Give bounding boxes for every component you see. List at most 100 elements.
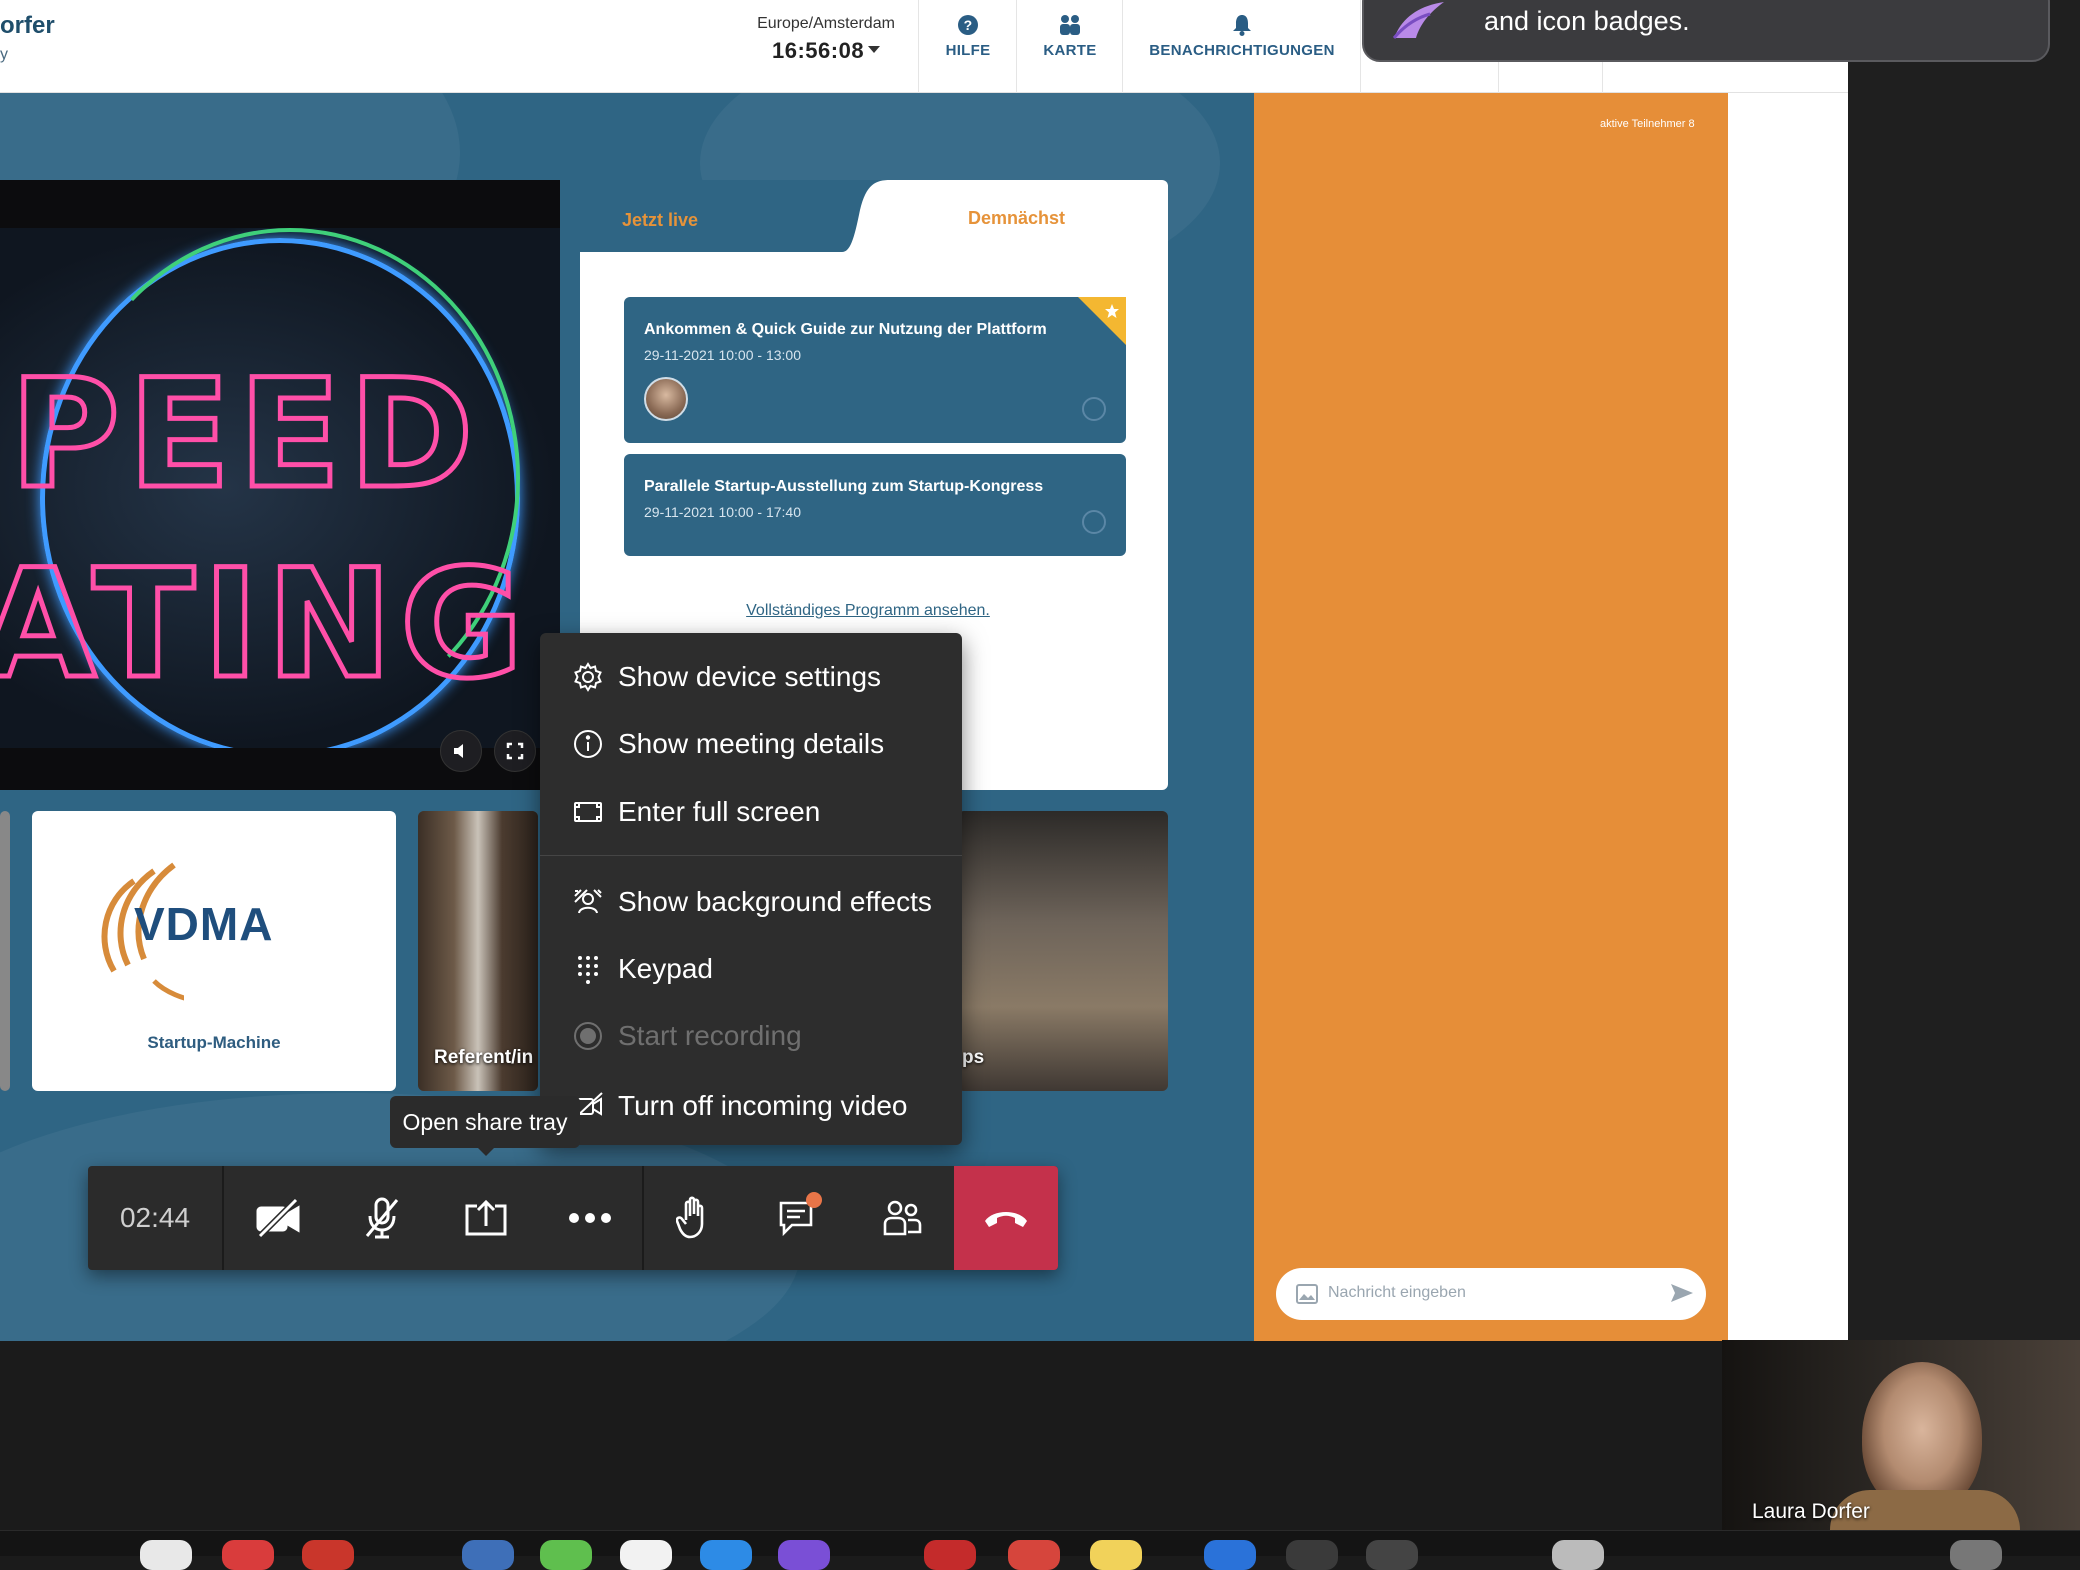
full-program-link[interactable]: Vollständiges Programm ansehen. (700, 602, 1036, 620)
leave-call-button[interactable] (954, 1166, 1058, 1270)
dock-app-icon[interactable] (1950, 1540, 2002, 1570)
menu-item-full-screen[interactable]: Enter full screen (540, 779, 962, 845)
image-icon[interactable] (1296, 1284, 1318, 1304)
tab-live[interactable]: Jetzt live (622, 210, 698, 231)
page-margin (1728, 93, 1848, 1341)
volume-button[interactable] (440, 730, 482, 772)
dock-app-icon[interactable] (1008, 1540, 1060, 1570)
toast-text: and icon badges. (1484, 6, 1690, 36)
hang-up-icon (985, 1212, 1027, 1227)
dock-app-icon[interactable] (1204, 1540, 1256, 1570)
tile-partial[interactable] (0, 811, 10, 1091)
participants-button[interactable] (850, 1166, 954, 1270)
unread-badge (806, 1192, 822, 1208)
keypad-icon (578, 956, 598, 984)
screen-background (1848, 0, 2080, 1341)
menu-item-incoming-video[interactable]: Turn off incoming video (540, 1073, 962, 1139)
menu-item-label: Start recording (618, 1020, 802, 1051)
dock-app-icon[interactable] (462, 1540, 514, 1570)
menu-item-label: Turn off incoming video (618, 1090, 908, 1121)
dock-app-icon[interactable] (924, 1540, 976, 1570)
menu-item-label: Show background effects (618, 886, 932, 917)
more-actions-button[interactable] (538, 1166, 642, 1270)
divider (1016, 0, 1017, 93)
clock[interactable]: 16:56:08 (772, 38, 864, 64)
dock-app-icon[interactable] (1366, 1540, 1418, 1570)
mic-toggle-button[interactable] (330, 1166, 434, 1270)
tab-live-bg (580, 180, 842, 252)
tooltip-arrow (476, 1146, 496, 1156)
chat-input-placeholder: Nachricht eingeben (1328, 1284, 1466, 1301)
gear-icon (574, 662, 602, 692)
self-video[interactable]: Laura Dorfer (1722, 1340, 2080, 1530)
fullscreen-button[interactable] (494, 730, 536, 772)
fullscreen-icon (574, 802, 602, 822)
menu-item-label: Keypad (618, 953, 713, 984)
help-icon: ? (958, 15, 978, 35)
event-title: Ankommen & Quick Guide zur Nutzung der P… (644, 321, 1047, 338)
arrow-right-icon[interactable] (1082, 510, 1106, 534)
dock-app-icon[interactable] (302, 1540, 354, 1570)
send-icon[interactable] (1670, 1282, 1694, 1304)
people-icon (883, 1200, 922, 1236)
speaker-avatar[interactable] (644, 377, 688, 421)
video-frame: PEED ATING (0, 228, 560, 748)
dock-app-icon[interactable] (620, 1540, 672, 1570)
menu-item-background-effects[interactable]: Show background effects (540, 869, 962, 935)
nav-map-label: KARTE (1043, 42, 1097, 59)
tile-vdma[interactable]: VDMA Startup-Machine (32, 811, 396, 1091)
arrow-right-icon[interactable] (1082, 397, 1106, 421)
event-card[interactable]: Parallele Startup-Ausstellung zum Startu… (624, 454, 1126, 556)
nav-map[interactable]: KARTE (1018, 14, 1122, 59)
nav-help[interactable]: ? HILFE (920, 14, 1016, 59)
dock-app-icon[interactable] (540, 1540, 592, 1570)
speed-dating-video[interactable]: PEED ATING (0, 180, 560, 790)
hand-icon (676, 1196, 704, 1239)
active-participants: aktive Teilnehmer 8 (1600, 118, 1695, 130)
dock-app-icon[interactable] (140, 1540, 192, 1570)
tooltip: Open share tray (390, 1096, 580, 1148)
share-button[interactable] (434, 1166, 538, 1270)
camera-toggle-button[interactable] (226, 1166, 330, 1270)
tile-startups[interactable]: ps (958, 811, 1168, 1091)
dock-app-icon[interactable] (1090, 1540, 1142, 1570)
menu-item-device-settings[interactable]: Show device settings (540, 644, 962, 710)
expand-icon (506, 742, 524, 760)
chat-button[interactable] (746, 1166, 850, 1270)
dock-app-icon[interactable] (1286, 1540, 1338, 1570)
dock-app-icon[interactable] (222, 1540, 274, 1570)
timezone-label: Europe/Amsterdam (757, 15, 895, 32)
tile-caption: Startup-Machine (147, 1033, 281, 1052)
event-title: Parallele Startup-Ausstellung zum Startu… (644, 478, 1044, 495)
dock-app-icon[interactable] (700, 1540, 752, 1570)
menu-item-label: Show device settings (618, 661, 882, 692)
speaker-icon (454, 744, 463, 758)
event-card[interactable]: Ankommen & Quick Guide zur Nutzung der P… (624, 297, 1126, 443)
menu-item-meeting-details[interactable]: Show meeting details (540, 711, 962, 777)
tile-photo (958, 811, 1168, 1091)
dock-app-icon[interactable] (778, 1540, 830, 1570)
app-logo-icon (1392, 2, 1444, 39)
menu-item-start-recording: Start recording (540, 1003, 962, 1069)
mic-off-icon (365, 1197, 399, 1239)
bell-icon (1233, 15, 1251, 36)
people-icon (1060, 15, 1080, 35)
tile-caption: ps (962, 1047, 985, 1068)
chevron-down-icon[interactable] (868, 46, 880, 53)
dock-app-icon[interactable] (1552, 1540, 1604, 1570)
nav-notifications[interactable]: BENACHRICHTIGUNGEN (1124, 14, 1360, 59)
tab-soon[interactable]: Demnächst (968, 208, 1065, 229)
tile-caption: Referent/in (434, 1047, 534, 1068)
more-actions-menu: Show device settings Show meeting detail… (540, 633, 962, 1145)
vdma-logo-text: VDMA (134, 898, 274, 950)
menu-item-keypad[interactable]: Keypad (540, 936, 962, 1002)
event-date: 29-11-2021 10:00 - 13:00 (644, 347, 801, 363)
share-tray-icon (465, 1199, 507, 1236)
raise-hand-button[interactable] (642, 1166, 746, 1270)
tile-referent[interactable]: Referent/in (418, 811, 538, 1091)
notification-toast[interactable]: and icon badges. (1362, 0, 2050, 62)
star-icon (1105, 304, 1119, 318)
menu-item-label: Enter full screen (618, 796, 821, 827)
more-icon (569, 1213, 611, 1223)
brand-name: orfer (0, 12, 55, 39)
